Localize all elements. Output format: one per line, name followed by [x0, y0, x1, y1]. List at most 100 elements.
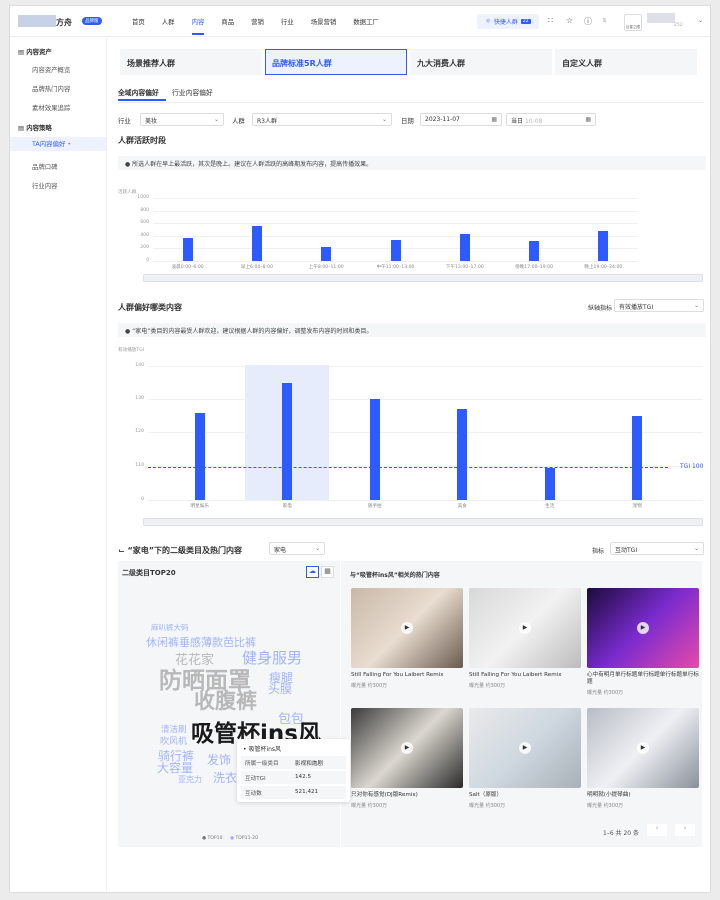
bar[interactable]	[282, 382, 293, 500]
tab-nine[interactable]: 九大消费人群	[410, 49, 552, 75]
category-select[interactable]: 家电 ⌄	[269, 542, 325, 555]
sidebar-item-industry[interactable]: 行业内容	[32, 181, 58, 190]
avatar[interactable]: 巨星之眼	[624, 14, 642, 31]
category-value: 家电	[274, 547, 287, 554]
grid-icon[interactable]: ∷	[548, 16, 553, 25]
play-icon[interactable]: ▶	[401, 742, 413, 754]
content-exposure: 曝光量 约300万	[469, 803, 506, 809]
bar[interactable]	[598, 231, 609, 261]
sidebar-item-ta-preference[interactable]: TA内容偏好 •	[10, 137, 106, 151]
content-title[interactable]: 心中有明月单行标题单行标题单行标题单行标题	[587, 672, 701, 686]
content-thumbnail[interactable]: ▶	[469, 708, 581, 788]
sidebar-item-overview[interactable]: 内容资产概览	[32, 65, 70, 74]
nav-item-5[interactable]: 行业	[281, 17, 294, 26]
x-tick-label: 美食	[457, 504, 467, 509]
bar[interactable]	[369, 399, 380, 500]
top-bar: 方舟 品牌版 首页 人群 内容 商品 营销 行业 场景营销 数据工厂 ☼ 快捷人群 22 ∷ ☆ …	[10, 6, 710, 37]
quick-crowd-button[interactable]: ☼ 快捷人群 22	[477, 14, 539, 29]
bar[interactable]	[251, 225, 262, 261]
play-icon[interactable]: ▶	[519, 622, 531, 634]
chevron-down-icon[interactable]: ⌄	[698, 17, 703, 24]
bar[interactable]	[459, 233, 470, 261]
tooltip-title-text: 吸管杯ins风	[248, 746, 282, 753]
next-page-button[interactable]: ›	[675, 824, 695, 836]
play-icon[interactable]: ▶	[637, 622, 649, 634]
content-title[interactable]: Still Falling For You Laibert Remix	[351, 672, 465, 679]
bar[interactable]	[529, 241, 540, 261]
bell-icon[interactable]: ♮	[603, 16, 606, 25]
word[interactable]: 头膜	[268, 680, 292, 697]
content-title[interactable]: Salt（原版）	[469, 792, 583, 799]
subtab-all[interactable]: 全域内容偏好	[118, 87, 159, 97]
content-thumbnail[interactable]: ▶	[351, 588, 463, 668]
tab-custom[interactable]: 自定义人群	[555, 49, 697, 75]
sidebar-item-reputation[interactable]: 品牌口碑	[32, 162, 58, 171]
nav-item-6[interactable]: 场景营销	[311, 17, 337, 26]
word[interactable]: 洗衣	[213, 769, 237, 786]
industry-select[interactable]: 美妆 ⌄	[140, 113, 224, 126]
star-icon[interactable]: ☆	[566, 16, 573, 25]
word[interactable]: 休闲裤垂感薄款芭比裤	[146, 634, 256, 650]
cloud-view-icon[interactable]: ☁	[306, 566, 319, 578]
nav-item-0[interactable]: 首页	[132, 17, 145, 26]
metric-select[interactable]: 有效播放TGI ⌄	[614, 299, 704, 312]
crowd-select[interactable]: R3人群 ⌄	[252, 113, 392, 126]
play-icon[interactable]: ▶	[401, 622, 413, 634]
nav-item-3[interactable]: 商品	[221, 17, 234, 26]
y-tick-label: 110	[135, 463, 144, 468]
quick-crowd-badge: 22	[520, 19, 531, 24]
indicator-label: 指标	[592, 548, 605, 555]
lightbulb-icon: ●	[125, 328, 131, 335]
date-type-value: 当日	[511, 118, 524, 125]
word[interactable]: 健身服男	[242, 647, 302, 668]
content-title[interactable]: 只对你有感觉(DJ版Remix)	[351, 792, 465, 799]
sidebar-item-hot-content[interactable]: 品牌热门内容	[32, 84, 70, 93]
sidebar-item-tracking[interactable]: 素材效果追踪	[32, 103, 70, 112]
content-title[interactable]: 明明就(小提琴曲)	[587, 792, 701, 799]
tab-5r[interactable]: 品牌标准5R人群	[265, 49, 407, 75]
chevron-down-icon: ⌄	[381, 116, 387, 123]
bar[interactable]	[182, 237, 193, 261]
content-thumbnail[interactable]: ▶	[587, 588, 699, 668]
nav-item-7[interactable]: 数据工厂	[353, 17, 379, 26]
content-thumbnail[interactable]: ▶	[351, 708, 463, 788]
tab-scene[interactable]: 场景推荐人群	[120, 49, 262, 75]
bar[interactable]	[194, 412, 205, 500]
bar[interactable]	[321, 247, 332, 261]
legend-label: TOP10	[207, 836, 223, 841]
zoom-scrollbar[interactable]	[143, 274, 703, 282]
y-tick-label: 800	[140, 207, 149, 213]
nav-item-2[interactable]: 内容	[191, 17, 204, 35]
content-thumbnail[interactable]: ▶	[587, 708, 699, 788]
nav-item-4[interactable]: 营销	[251, 17, 264, 26]
content-thumbnail[interactable]: ▶	[469, 588, 581, 668]
grid-line	[153, 223, 638, 225]
word[interactable]: 麻叭裤大码	[151, 622, 189, 633]
help-icon[interactable]: ⓘ	[584, 16, 592, 27]
date-type-select[interactable]: 当日 10-08 ▦	[506, 113, 596, 126]
word[interactable]: 发饰	[207, 751, 231, 768]
zoom-scrollbar[interactable]	[143, 518, 703, 526]
sidebar: ▤ 内容资产 内容资产概览 品牌热门内容 素材效果追踪 ▤ 内容策略 TA内容偏…	[10, 38, 107, 892]
bar[interactable]	[544, 467, 555, 500]
bar[interactable]	[390, 240, 401, 261]
table-view-icon[interactable]: ▦	[321, 566, 334, 578]
sidebar-group-label: 内容策略	[26, 124, 52, 132]
subtab-industry[interactable]: 行业内容偏好	[172, 87, 213, 97]
date-picker[interactable]: 2023-11-07 ▦	[420, 113, 502, 126]
content-title[interactable]: Still Falling For You Laibert Remix	[469, 672, 583, 679]
word[interactable]: 亚克力	[178, 774, 202, 785]
indicator-select[interactable]: 互动TGI ⌄	[610, 542, 704, 555]
grid-line	[148, 500, 703, 501]
word[interactable]: 吹风机	[160, 734, 187, 747]
bar[interactable]	[457, 409, 468, 500]
nav-item-1[interactable]: 人群	[162, 17, 175, 26]
tooltip-value: 521,421	[295, 789, 319, 795]
bar[interactable]	[632, 416, 643, 500]
word[interactable]: 收腹裤	[194, 685, 257, 715]
play-icon[interactable]: ▶	[637, 742, 649, 754]
date-type-placeholder: 10-08	[524, 118, 543, 125]
brand-logo[interactable]	[18, 15, 56, 27]
play-icon[interactable]: ▶	[519, 742, 531, 754]
prev-page-button[interactable]: ‹	[647, 824, 667, 836]
